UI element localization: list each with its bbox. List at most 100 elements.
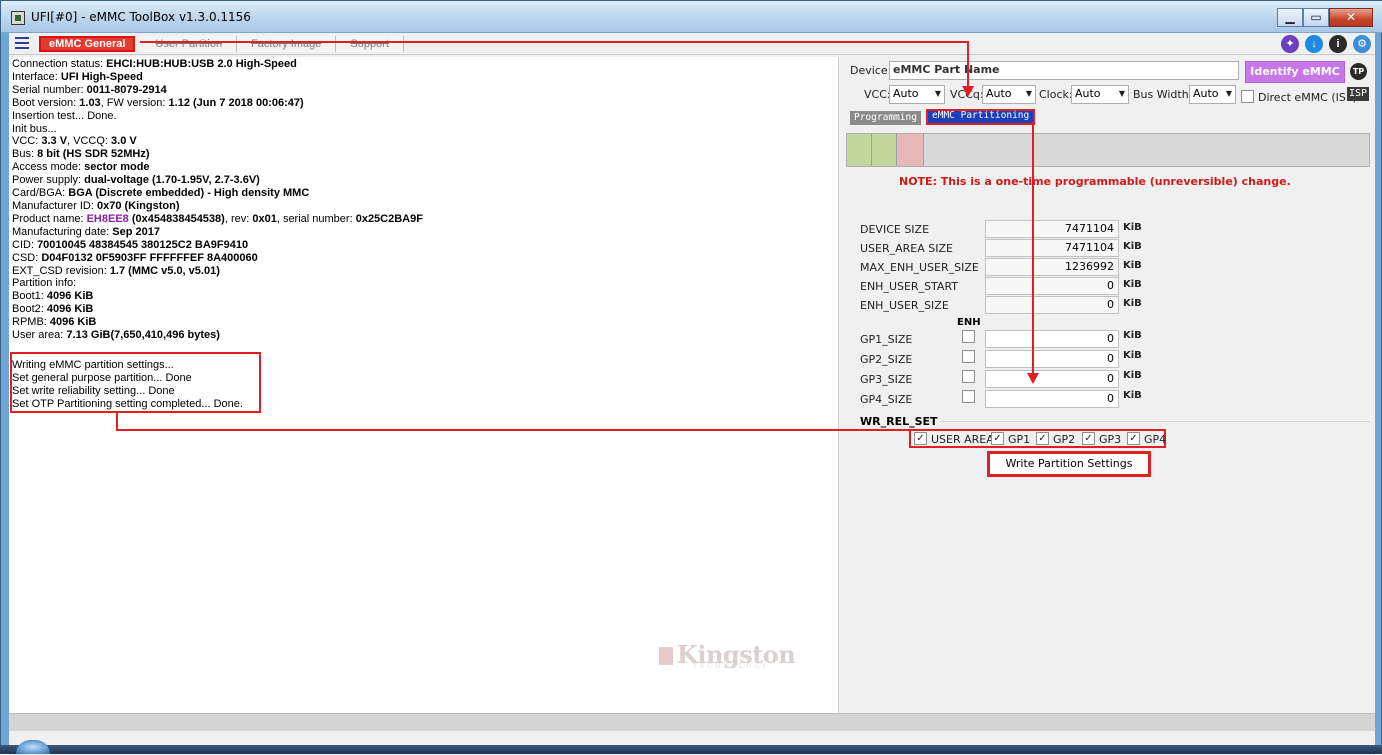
clock-label: Clock: [1039,88,1073,101]
minimize-button[interactable]: ▁ [1277,8,1303,27]
size-field: 0 [985,296,1119,314]
size-label: ENH_USER_SIZE [860,299,949,312]
log-line: Power supply: dual-voltage (1.70-1.95V, … [12,174,835,187]
log-label: VCC: [12,135,42,148]
log-line: Bus: 8 bit (HS SDR 52MHz) [12,148,835,161]
log-label: RPMB: [12,316,50,329]
log-line: CSD: D04F0132 0F5903FF FFFFFFEF 8A400060 [12,252,835,265]
write-partition-settings-button[interactable]: Write Partition Settings [987,451,1151,477]
log-label: Card/BGA: [12,187,69,200]
log-label: Product name: [12,212,87,225]
menu-icon[interactable] [15,37,29,49]
log-label: Boot2: [12,303,47,316]
size-field: 7471104 [985,220,1119,238]
gp-enh-checkbox[interactable] [962,370,975,383]
log-value: 4096 KiB [46,290,94,303]
wr-rel-label: GP4 [1144,433,1167,446]
tab-emmc-general[interactable]: eMMC General [39,36,136,52]
settings-icon[interactable]: ⚙ [1353,35,1371,53]
log-value: UFI High-Speed [60,70,143,83]
log-label: Connection status: [12,58,107,70]
gp-size-field[interactable]: 0 [985,350,1119,368]
log-line: Access mode: sector mode [12,161,835,174]
log-value: 0011-8079-2914 [86,83,167,96]
wr-rel-checkbox[interactable]: ✓ [991,432,1004,445]
log-line: CID: 70010045 48384545 380125C2 BA9F9410 [12,239,835,252]
log-value: 3.0 V [111,135,137,148]
log-label: Partition info: [12,277,77,290]
partition-segment [872,134,897,166]
gp-enh-checkbox[interactable] [962,390,975,403]
right-panel: Device: eMMC Part Name Identify eMMC TP … [840,57,1375,713]
tab-user-partition[interactable]: User Partition [141,36,238,52]
log-value: 1.12 (Jun 7 2018 00:06:47) [168,96,304,109]
tab-programming[interactable]: Programming [850,111,921,125]
log-line: RPMB: 4096 KiB [12,316,835,329]
gp-size-field[interactable]: 0 [985,330,1119,348]
kingston-watermark: Kingston TECHNOLOGY [659,643,796,674]
otp-note: NOTE: This is a one-time programmable (u… [899,175,1291,188]
clock-select[interactable]: Auto [1071,85,1129,104]
tab-emmc-partitioning[interactable]: eMMC Partitioning [926,109,1036,125]
log-label: Boot1: [12,290,47,303]
log-line: Partition info: [12,277,835,290]
gp-size-label: GP2_SIZE [860,353,913,366]
globe-icon[interactable]: ✦ [1281,35,1299,53]
device-input[interactable]: eMMC Part Name [889,61,1239,80]
tab-support[interactable]: Support [336,36,404,52]
vcc-select[interactable]: Auto [889,85,945,104]
log-label: Bus: [12,148,38,161]
identify-emmc-button[interactable]: Identify eMMC [1245,61,1345,83]
vcc-label: VCC: [864,88,891,101]
log-pane: Connection status: EHCI:HUB:HUB:USB 2.0 … [9,57,839,713]
gp-size-field[interactable]: 0 [985,370,1119,388]
download-icon[interactable]: ↓ [1305,35,1323,53]
taskbar [0,745,1382,754]
gp-size-field[interactable]: 0 [985,390,1119,408]
log-value: D04F0132 0F5903FF FFFFFFEF 8A400060 [41,251,258,264]
wr-rel-checkbox[interactable]: ✓ [1127,432,1140,445]
log-value: 7.13 GiB(7,650,410,496 bytes) [66,329,220,342]
log-line: Manufacturing date: Sep 2017 [12,226,835,239]
direct-emmc-checkbox[interactable] [1241,90,1254,103]
title-bar: UFI[#0] - eMMC ToolBox v1.3.0.1156 ▁ ▭ ✕ [1,1,1382,33]
gp-size-label: GP4_SIZE [860,393,913,406]
maximize-button[interactable]: ▭ [1303,8,1329,27]
log-label: Access mode: [12,161,85,174]
log-value: 0x70 (Kingston) [96,199,180,212]
close-button[interactable]: ✕ [1329,8,1373,27]
log-line: Interface: UFI High-Speed [12,71,835,84]
size-unit: KiB [1123,222,1142,233]
wr-rel-label: USER AREA [931,433,994,446]
annotation-arrowhead [1027,373,1039,384]
log-value: Sep 2017 [112,225,160,238]
size-unit: KiB [1123,260,1142,271]
bus-width-select[interactable]: Auto [1189,85,1236,104]
wr-rel-checkbox[interactable]: ✓ [914,432,927,445]
log-label: Manufacturer ID: [12,199,97,212]
app-icon [11,11,25,25]
tab-factory-image[interactable]: Factory Image [237,36,337,52]
info-icon[interactable]: i [1329,35,1347,53]
tp-icon[interactable]: TP [1350,63,1367,80]
log-value: 1.03 [79,96,101,109]
vccq-select[interactable]: Auto [982,85,1036,104]
wr-rel-label: GP3 [1099,433,1122,446]
tab-bar: eMMC General User Partition Factory Imag… [9,33,1375,55]
size-label: ENH_USER_START [860,280,959,293]
wr-rel-checkbox[interactable]: ✓ [1036,432,1049,445]
log-value: 70010045 48384545 380125C2 BA9F9410 [37,238,249,251]
log-value: 3.3 V [41,135,68,148]
gp-enh-checkbox[interactable] [962,330,975,343]
size-unit: KiB [1123,298,1142,309]
gp-enh-checkbox[interactable] [962,350,975,363]
log-label: EXT_CSD revision: [12,264,110,277]
annotation-arrow-line [967,41,969,87]
log-label: , serial number: [276,212,356,225]
log-line: EXT_CSD revision: 1.7 (MMC v5.0, v5.01) [12,265,835,278]
log-label: User area: [12,329,67,342]
isp-badge[interactable]: ISP [1347,87,1370,101]
size-label: USER_AREA SIZE [860,242,953,255]
wr-rel-checkbox[interactable]: ✓ [1082,432,1095,445]
log-line: Boot version: 1.03, FW version: 1.12 (Ju… [12,97,835,110]
